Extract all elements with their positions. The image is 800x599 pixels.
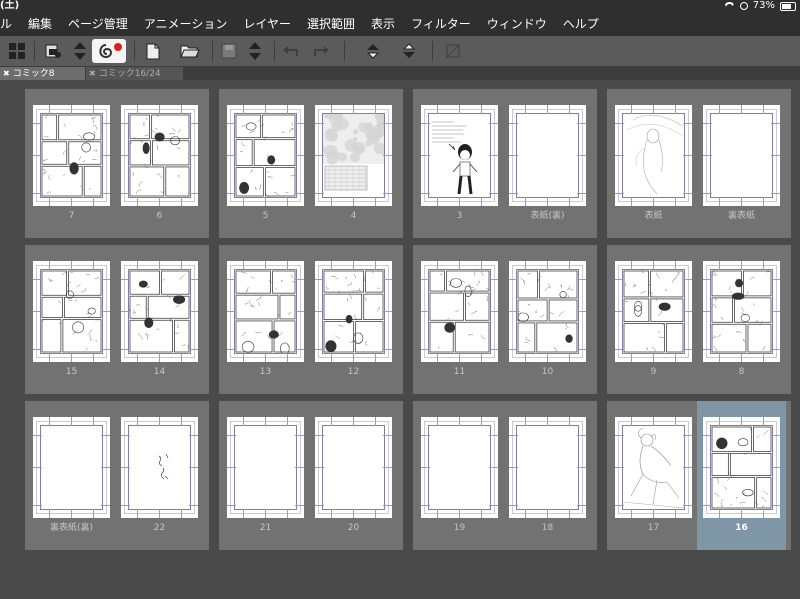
page-number-label: 6 [156,211,163,221]
page-thumbnail[interactable] [315,105,392,206]
page-number-label: 11 [453,367,466,377]
battery-icon [780,1,796,11]
page-thumbnail[interactable] [227,417,304,518]
page-number-label: 16 [735,523,748,533]
page-number-label: 7 [68,211,75,221]
menu-item-view[interactable]: 表示 [363,12,403,36]
swirl-logo-icon[interactable] [92,39,126,63]
close-icon[interactable]: ✖ [3,67,10,80]
page-number-label: 14 [153,367,166,377]
toolbar [0,36,800,67]
menu-item-layer[interactable]: レイヤー [235,12,299,36]
page-number-label: 5 [262,211,269,221]
tab-label: コミック16/24 [98,69,161,79]
page-spread[interactable]: 裏表紙(裏) 22 [25,401,209,550]
menu-item-window[interactable]: ウィンドウ [479,12,555,36]
page-thumbnail[interactable] [703,261,780,362]
page-spread[interactable]: 76 [25,89,209,238]
page-number-label: 15 [65,367,78,377]
page-spread[interactable]: 表紙 裏表紙 [607,89,791,238]
page-spread[interactable]: 3 表紙(裏) [413,89,597,238]
page-spread[interactable]: 21 20 [219,401,403,550]
page-thumbnail[interactable] [703,105,780,206]
page-thumbnail[interactable] [421,105,498,206]
page-number-label: 21 [259,523,272,533]
page-number-label: 表紙 [644,211,663,221]
page-spread[interactable]: 98 [607,245,791,394]
orientation-lock-icon [739,2,748,10]
page-thumbnail[interactable] [227,261,304,362]
menu-item-filter[interactable]: フィルター [403,12,479,36]
tab-comic8[interactable]: ✖ コミック8 [0,67,85,80]
clear-icon[interactable] [442,39,464,63]
battery-percentage: 73% [752,0,775,11]
page-number-label: 表紙(裏) [530,211,565,221]
page-thumbnail[interactable] [121,261,198,362]
page-number-label: 8 [738,367,745,377]
up-down-arrows-icon[interactable] [70,39,90,63]
page-thumbnail[interactable] [509,261,586,362]
status-right: 73% [724,0,796,12]
page-spread[interactable]: 15 14 [25,245,209,394]
page-number-label: 17 [647,523,660,533]
tab-comic16-24[interactable]: ✖ コミック16/24 [86,67,183,80]
page-spread[interactable]: 17 16 [607,401,791,550]
page-number-label: 4 [350,211,357,221]
new-document-icon[interactable] [142,39,164,63]
page-number-label: 20 [347,523,360,533]
menu-item-selection[interactable]: 選択範囲 [299,12,363,36]
page-thumbnail[interactable] [315,417,392,518]
page-thumbnail[interactable] [509,417,586,518]
open-folder-icon[interactable] [178,39,202,63]
document-tab-bar: ✖ コミック8 ✖ コミック16/24 [0,66,800,80]
page-move-arrows-icon[interactable] [244,39,266,63]
page-thumbnail[interactable] [703,417,780,518]
page-thumbnail[interactable] [421,261,498,362]
page-spread[interactable]: 13 12 [219,245,403,394]
redo-icon[interactable] [310,39,332,63]
menu-item-help[interactable]: ヘルプ [555,12,607,36]
page-number-label: 13 [259,367,272,377]
menu-bar: ル 編集 ページ管理 アニメーション レイヤー 選択範囲 表示 フィルター ウィ… [0,12,800,36]
page-number-label: 22 [153,523,166,533]
page-thumbnail[interactable] [121,417,198,518]
close-icon[interactable]: ✖ [89,67,96,80]
menu-item-file[interactable]: ル [0,12,20,36]
undo-icon[interactable] [280,39,302,63]
page-thumbnail[interactable] [615,105,692,206]
page-spread[interactable]: 54 [219,89,403,238]
page-thumbnail[interactable] [615,261,692,362]
tab-label: コミック8 [12,69,55,79]
status-bar: (土) 73% [0,0,800,12]
page-thumbnail[interactable] [33,105,110,206]
page-thumbnail[interactable] [33,417,110,518]
page-spread[interactable]: 11 10 [413,245,597,394]
page-thumbnail[interactable] [615,417,692,518]
page-number-label: 12 [347,367,360,377]
page-thumbnail[interactable] [421,417,498,518]
page-thumbnail[interactable] [509,105,586,206]
page-number-label: 3 [456,211,463,221]
menu-item-animation[interactable]: アニメーション [136,12,236,36]
page-number-label: 裏表紙 [727,211,755,221]
save-icon[interactable] [218,39,240,63]
page-number-label: 10 [541,367,554,377]
page-settings-icon[interactable] [42,39,64,63]
page-number-label: 裏表紙(裏) [49,523,94,533]
page-thumbnail[interactable] [227,105,304,206]
page-number-label: 9 [650,367,657,377]
page-spread[interactable]: 19 18 [413,401,597,550]
wifi-icon [724,2,735,10]
grid-layout-icon[interactable] [6,39,28,63]
page-thumbnail[interactable] [121,105,198,206]
page-thumbnail[interactable] [315,261,392,362]
move-page-down-icon[interactable] [398,39,420,63]
menu-item-page-management[interactable]: ページ管理 [60,12,136,36]
page-number-label: 18 [541,523,554,533]
page-thumbnail[interactable] [33,261,110,362]
menu-item-edit[interactable]: 編集 [20,12,60,36]
status-date-fragment: (土) [0,0,20,11]
move-page-up-icon[interactable] [362,39,384,63]
page-number-label: 19 [453,523,466,533]
